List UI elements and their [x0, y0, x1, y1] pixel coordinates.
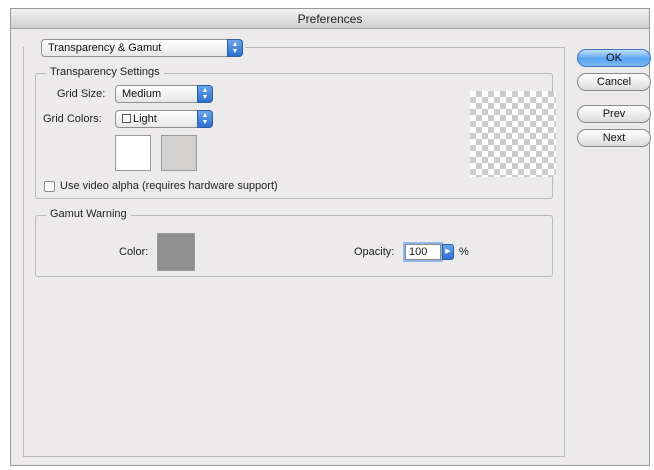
next-button[interactable]: Next [577, 129, 651, 147]
ok-button[interactable]: OK [577, 49, 651, 67]
grid-size-value: Medium [122, 88, 162, 100]
window-title: Preferences [11, 9, 649, 29]
opacity-unit: % [459, 246, 469, 258]
gamut-color-swatch[interactable] [157, 233, 195, 271]
cancel-button[interactable]: Cancel [577, 73, 651, 91]
up-down-arrows-icon: ▲ ▼ [197, 110, 213, 128]
preferences-window: Preferences Transparency & Gamut ▲ ▼ Tran… [10, 8, 651, 466]
opacity-field[interactable]: 100 [405, 244, 441, 260]
transparency-settings-legend: Transparency Settings [46, 66, 164, 78]
gamut-color-label: Color: [119, 246, 149, 258]
grid-size-label: Grid Size: [57, 88, 106, 100]
grid-colors-popup[interactable]: Light ▲ ▼ [115, 110, 213, 128]
grid-color-swatch-1[interactable] [115, 135, 151, 171]
opacity-label: Opacity: [354, 246, 395, 258]
gamut-warning-legend: Gamut Warning [46, 208, 131, 220]
grid-colors-label: Grid Colors: [43, 113, 102, 125]
right-arrow-icon[interactable]: ▶ [442, 244, 454, 260]
up-down-arrows-icon: ▲ ▼ [197, 85, 213, 103]
grid-colors-value: Light [133, 113, 157, 125]
gamut-warning-group: Gamut Warning [35, 208, 553, 277]
video-alpha-label[interactable]: Use video alpha (requires hardware suppo… [60, 180, 278, 192]
transparency-preview [470, 91, 556, 177]
light-grid-icon [122, 114, 131, 123]
grid-size-popup[interactable]: Medium ▲ ▼ [115, 85, 213, 103]
grid-color-swatch-2[interactable] [161, 135, 197, 171]
prev-button[interactable]: Prev [577, 105, 651, 123]
video-alpha-checkbox[interactable] [44, 181, 55, 192]
